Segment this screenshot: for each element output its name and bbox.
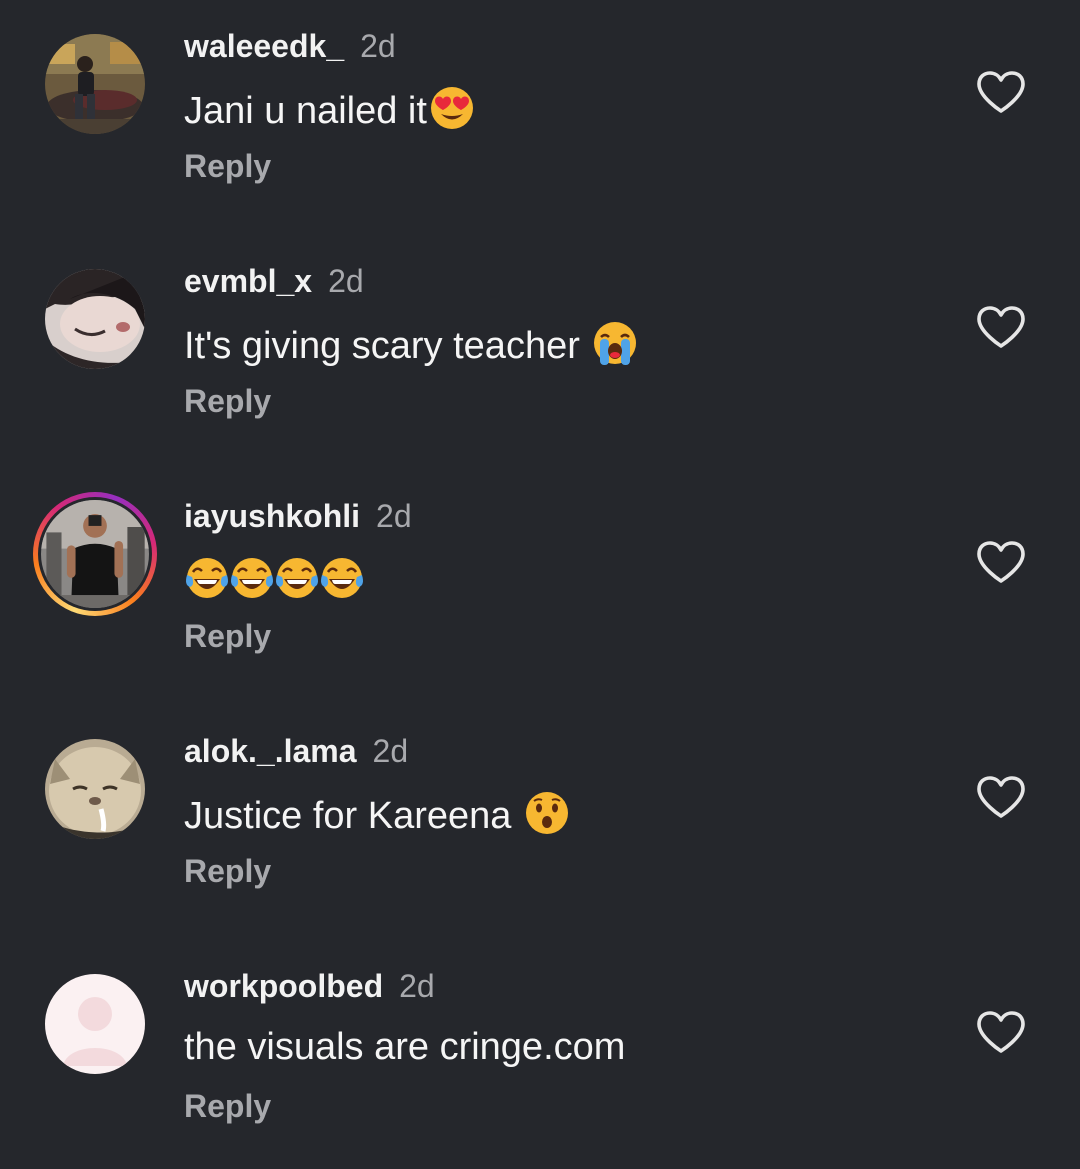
avatar-image [45, 34, 145, 134]
username-text[interactable]: waleeedk_ [184, 28, 344, 64]
timestamp: 2d [376, 498, 412, 534]
username[interactable]: iayushkohli 2d [184, 498, 412, 534]
comment-text: Justice for Kareena [184, 790, 570, 838]
avatar-story-ring[interactable] [33, 492, 157, 616]
heart-outline-icon[interactable] [976, 775, 1026, 819]
heart-eyes-emoji-icon [430, 87, 473, 129]
comment-text-content: Justice for Kareena [184, 795, 522, 837]
comment-item: workpoolbed 2d the visuals are cringe.com… [0, 940, 1080, 1140]
heart-outline-icon[interactable] [976, 305, 1026, 349]
comment-item: alok._.lama 2d Justice for Kareena Reply [0, 705, 1080, 905]
username[interactable]: evmbl_x 2d [184, 263, 364, 299]
reply-button[interactable]: Reply [184, 853, 271, 889]
comment-text-content: It's giving scary teacher [184, 325, 591, 367]
reply-button[interactable]: Reply [184, 383, 271, 419]
avatar-image [45, 739, 145, 839]
comment-text-content: the visuals are cringe.com [184, 1026, 626, 1068]
comment-item: waleeedk_ 2d Jani u nailed it Reply [0, 0, 1080, 200]
comment-text-content: Jani u nailed it [184, 90, 427, 132]
comment-item: evmbl_x 2d It's giving scary teacher Repl… [0, 235, 1080, 435]
reply-button[interactable]: Reply [184, 1088, 271, 1124]
avatar[interactable] [45, 974, 145, 1074]
avatar-image [41, 500, 149, 608]
heart-outline-icon[interactable] [976, 70, 1026, 114]
avatar-image [45, 269, 145, 369]
avatar[interactable] [45, 34, 145, 134]
username-text[interactable]: workpoolbed [184, 968, 383, 1004]
username-text[interactable]: evmbl_x [184, 263, 312, 299]
username-text[interactable]: alok._.lama [184, 733, 357, 769]
username-text[interactable]: iayushkohli [184, 498, 360, 534]
username[interactable]: alok._.lama 2d [184, 733, 408, 769]
heart-outline-icon[interactable] [976, 540, 1026, 584]
comment-text: It's giving scary teacher [184, 320, 638, 368]
username[interactable]: workpoolbed 2d [184, 968, 435, 1004]
tears-of-joy-emoji-icon [186, 556, 365, 600]
comment-item: iayushkohli 2d Reply [0, 470, 1080, 670]
reply-button[interactable]: Reply [184, 148, 271, 184]
reply-button[interactable]: Reply [184, 618, 271, 654]
loudly-crying-emoji-icon [594, 322, 637, 365]
comment-text: the visuals are cringe.com [184, 1025, 625, 1069]
timestamp: 2d [328, 263, 364, 299]
avatar[interactable] [45, 269, 145, 369]
timestamp: 2d [399, 968, 435, 1004]
hushed-face-emoji-icon [525, 792, 568, 834]
comment-text [184, 555, 366, 603]
timestamp: 2d [360, 28, 396, 64]
username[interactable]: waleeedk_ 2d [184, 28, 396, 64]
comment-text: Jani u nailed it [184, 85, 475, 133]
heart-outline-icon[interactable] [976, 1010, 1026, 1054]
timestamp: 2d [372, 733, 409, 769]
avatar[interactable] [45, 739, 145, 839]
default-avatar-icon [45, 974, 145, 1074]
